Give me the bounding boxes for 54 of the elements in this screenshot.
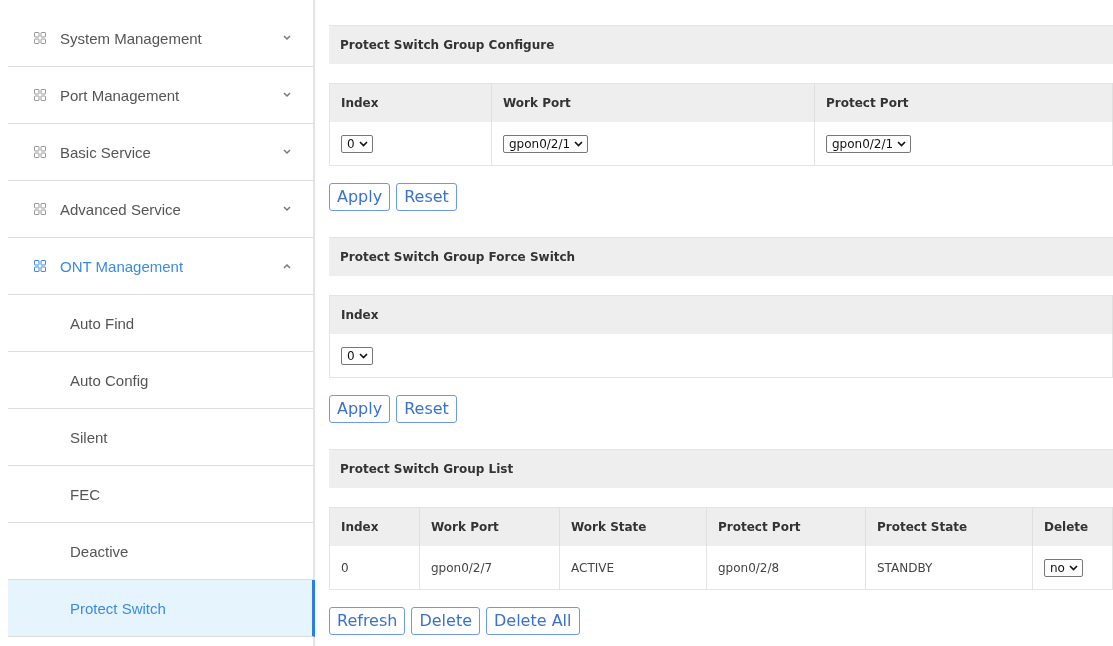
section-header: Protect Switch Group List bbox=[329, 449, 1113, 488]
action-button[interactable]: Apply bbox=[329, 395, 391, 423]
action-button[interactable]: Refresh bbox=[329, 607, 406, 635]
action-button[interactable]: Delete All bbox=[486, 607, 580, 635]
chevron-down-icon bbox=[283, 206, 291, 212]
chevron-down-icon bbox=[1068, 564, 1078, 571]
menu-item[interactable]: Auto Config bbox=[8, 352, 313, 409]
chevron-down-icon bbox=[574, 140, 584, 147]
grid-icon bbox=[34, 260, 46, 272]
dropdown[interactable]: 0 bbox=[341, 134, 373, 153]
menu-group[interactable]: System Management bbox=[8, 10, 313, 67]
chevron-down-icon bbox=[283, 35, 291, 41]
menu-group[interactable]: Basic Service bbox=[8, 124, 313, 181]
column-header: Protect State bbox=[865, 507, 1033, 546]
chevron-down-icon bbox=[358, 140, 368, 147]
column-header: Work State bbox=[559, 507, 707, 546]
menu-item[interactable]: Silent bbox=[8, 409, 313, 466]
menu-group[interactable]: Advanced Service bbox=[8, 181, 313, 238]
action-button[interactable]: Apply bbox=[329, 183, 391, 211]
table-cell: gpon0/2/8 bbox=[706, 546, 866, 590]
column-header: Work Port bbox=[491, 83, 815, 122]
section-header: Protect Switch Group Configure bbox=[329, 25, 1113, 64]
table-cell: 0 bbox=[329, 546, 420, 590]
grid-icon bbox=[34, 203, 46, 215]
column-header: Index bbox=[329, 295, 1113, 334]
column-header: Delete bbox=[1032, 507, 1113, 546]
dropdown[interactable]: 0 bbox=[341, 346, 373, 365]
table-cell: gpon0/2/7 bbox=[419, 546, 560, 590]
column-header: Protect Port bbox=[706, 507, 866, 546]
action-button[interactable]: Reset bbox=[396, 183, 457, 211]
chevron-down-icon bbox=[283, 92, 291, 98]
action-button[interactable]: Delete bbox=[411, 607, 480, 635]
table-cell: STANDBY bbox=[865, 546, 1033, 590]
chevron-up-icon bbox=[283, 263, 291, 269]
menu-item[interactable]: FEC bbox=[8, 466, 313, 523]
table-cell: ACTIVE bbox=[559, 546, 707, 590]
column-header: Protect Port bbox=[814, 83, 1113, 122]
dropdown[interactable]: gpon0/2/1 bbox=[503, 134, 589, 153]
grid-icon bbox=[34, 32, 46, 44]
menu-group[interactable]: Port Management bbox=[8, 67, 313, 124]
section-header: Protect Switch Group Force Switch bbox=[329, 237, 1113, 276]
dropdown[interactable]: no bbox=[1044, 558, 1083, 577]
dropdown[interactable]: gpon0/2/1 bbox=[826, 134, 912, 153]
menu-group[interactable]: ONT Management bbox=[8, 238, 313, 295]
grid-icon bbox=[34, 146, 46, 158]
action-button[interactable]: Reset bbox=[396, 395, 457, 423]
chevron-down-icon bbox=[283, 149, 291, 155]
column-header: Index bbox=[329, 507, 420, 546]
menu-item[interactable]: Auto Find bbox=[8, 295, 313, 352]
chevron-down-icon bbox=[358, 352, 368, 359]
chevron-down-icon bbox=[897, 140, 907, 147]
column-header: Index bbox=[329, 83, 492, 122]
grid-icon bbox=[34, 89, 46, 101]
column-header: Work Port bbox=[419, 507, 560, 546]
